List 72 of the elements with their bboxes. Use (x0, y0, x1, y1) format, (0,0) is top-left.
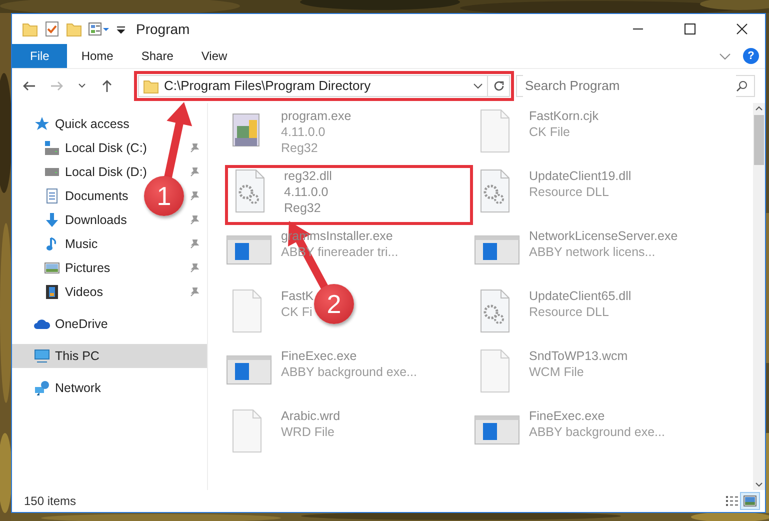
file-name[interactable]: SndToWP13.wcm (529, 348, 628, 364)
search-field[interactable]: Search Program (516, 75, 755, 97)
file-name[interactable]: NetworkLicenseServer.exe (529, 228, 678, 244)
sidebar-item[interactable]: Downloads (44, 210, 127, 230)
ribbon-tab[interactable]: File (12, 44, 68, 68)
checklist-icon[interactable] (44, 21, 60, 37)
window-title: Program (136, 20, 190, 39)
sidebar-item[interactable]: Local Disk (C:) (44, 138, 147, 158)
file-detail: Reg32 (284, 200, 322, 216)
download-icon (44, 212, 60, 228)
file-detail: Resource DLL (529, 184, 610, 200)
folder-icon (143, 78, 159, 94)
file-detail: 4.11.0.0 (284, 184, 330, 200)
file-detail: ABBY background exe... (529, 424, 665, 440)
file-name[interactable]: program.exe (281, 108, 352, 124)
file-name[interactable]: Arabic.wrd (281, 408, 340, 424)
forward-arrow-icon (50, 79, 64, 93)
chevron-down-icon[interactable] (473, 81, 483, 91)
large-icons-view-icon (743, 494, 757, 508)
file-name[interactable]: UpdateClient65.dll (529, 288, 632, 304)
view-toggle[interactable] (741, 493, 759, 509)
address-field[interactable]: C:\Program Files\Program Directory (138, 75, 488, 97)
search-icon (736, 80, 748, 92)
step-number-badge: 1 (144, 176, 184, 216)
file-detail: WRD File (281, 424, 336, 440)
file-detail: WCM File (529, 364, 585, 380)
star-icon (34, 116, 50, 132)
ribbon-tab[interactable]: Home (67, 44, 128, 68)
maximize-icon (684, 23, 696, 35)
sidebar-item[interactable]: Quick access (34, 114, 130, 134)
file-detail: Reg32 (281, 140, 319, 156)
help-button[interactable]: ? (743, 48, 759, 64)
ribbon-tab[interactable]: Share (127, 44, 188, 68)
sidebar-item[interactable]: Music (44, 234, 98, 254)
computer-icon (34, 348, 50, 364)
file-name[interactable]: FineExec.exe (281, 348, 417, 364)
sidebar-item[interactable]: Documents (44, 186, 128, 206)
sidebar-item[interactable]: Pictures (44, 258, 110, 278)
document-icon (44, 188, 60, 204)
refresh-icon (492, 80, 504, 92)
file-detail: ABBY network licens... (529, 244, 656, 260)
scroll-thumb[interactable] (754, 115, 764, 165)
details-view-icon (725, 494, 739, 508)
view-toggle[interactable] (723, 493, 741, 509)
file-detail: ABBY background exe... (281, 364, 417, 380)
file-name[interactable]: FineExec.exe (529, 408, 665, 424)
file-name[interactable]: FastK (281, 288, 314, 304)
drive-icon (44, 140, 60, 156)
file-detail: CK File (529, 124, 571, 140)
file-name[interactable]: FastKorn.cjk (529, 108, 598, 124)
sidebar-item[interactable]: Local Disk (D:) (44, 162, 147, 182)
file-detail: 4.11.0.0 (281, 124, 326, 140)
network-icon (34, 380, 50, 396)
file-detail: CK Fi (281, 304, 314, 320)
up-arrow-icon (100, 79, 114, 93)
ribbon-tab[interactable]: View (187, 44, 242, 68)
film-icon (44, 284, 60, 300)
item-count: 150 items (24, 493, 76, 510)
refresh-button[interactable] (488, 75, 510, 97)
sidebar-item[interactable]: OneDrive (34, 314, 108, 334)
step-number-badge: 2 (314, 284, 354, 324)
properties-icon[interactable] (88, 21, 110, 37)
pictures-icon (44, 260, 60, 276)
file-name[interactable]: UpdateClient19.dll (529, 168, 632, 184)
close-icon (736, 23, 748, 35)
sidebar-item[interactable]: Network (34, 378, 101, 398)
back-arrow-icon (22, 79, 36, 93)
file-name[interactable]: reg32.dll (284, 168, 332, 184)
scrollbar[interactable] (753, 103, 765, 490)
file-detail: Resource DLL (529, 304, 610, 320)
sidebar-item[interactable]: Videos (44, 282, 103, 302)
chevron-down-icon (78, 82, 86, 90)
